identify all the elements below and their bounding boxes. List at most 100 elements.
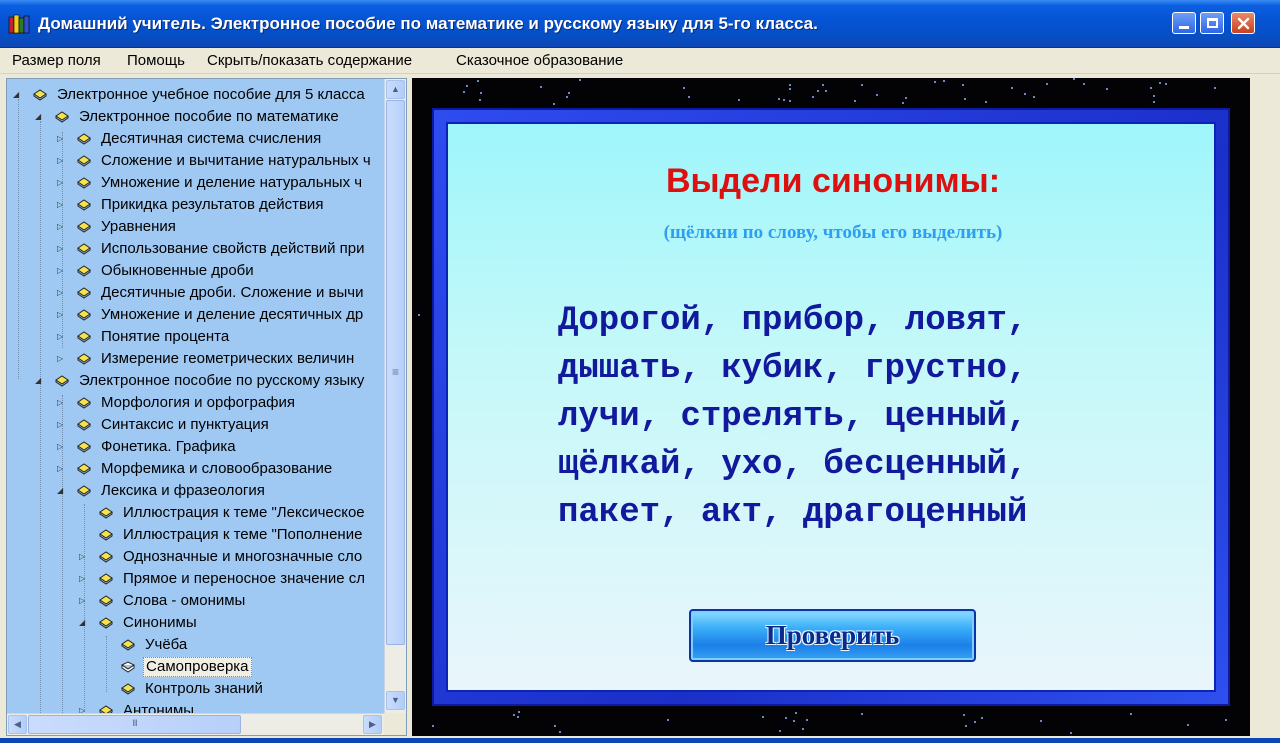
word-choice[interactable]: прибор, <box>742 302 885 340</box>
star-decoration <box>904 96 907 99</box>
collapse-arrow-icon[interactable]: ◢ <box>35 376 45 386</box>
word-choice[interactable]: кубик, <box>721 350 843 388</box>
scroll-thumb[interactable]: ≡ <box>386 100 405 645</box>
book-icon <box>55 375 69 387</box>
expand-arrow-icon[interactable]: ▷ <box>57 200 67 210</box>
word-line: дышать, кубик, грустно, <box>558 350 1027 388</box>
word-choice[interactable]: ценный, <box>884 398 1027 436</box>
book-icon <box>77 463 91 475</box>
expand-arrow-icon[interactable]: ▷ <box>79 596 89 606</box>
tree-item-label: Измерение геометрических величин <box>101 350 355 367</box>
scroll-right-button[interactable]: ▶ <box>363 715 382 734</box>
star-decoration <box>1225 718 1228 721</box>
book-icon <box>99 705 113 713</box>
scroll-left-button[interactable]: ◀ <box>8 715 27 734</box>
word-choice[interactable]: ловят, <box>905 302 1027 340</box>
expand-arrow-icon[interactable]: ▷ <box>57 156 67 166</box>
expand-arrow-icon[interactable]: ▷ <box>79 552 89 562</box>
tree-item-label: Морфемика и словообразование <box>101 460 333 477</box>
expand-arrow-icon[interactable]: ▷ <box>57 288 67 298</box>
expand-arrow-icon[interactable]: ▷ <box>57 442 67 452</box>
window-title: Домашний учитель. Электронное пособие по… <box>38 14 818 33</box>
star-decoration <box>961 83 964 86</box>
star-decoration <box>579 78 582 81</box>
star-decoration <box>559 731 562 734</box>
expand-arrow-icon[interactable]: ▷ <box>57 398 67 408</box>
collapse-arrow-icon[interactable]: ◢ <box>35 112 45 122</box>
star-decoration <box>802 727 805 730</box>
title-bar[interactable]: Домашний учитель. Электронное пособие по… <box>0 0 1280 48</box>
collapse-arrow-icon[interactable]: ◢ <box>57 486 67 496</box>
tree-horizontal-scrollbar[interactable]: ◀ III ▶ <box>7 713 384 735</box>
collapse-arrow-icon[interactable]: ◢ <box>79 618 89 628</box>
horizontal-scroll-thumb[interactable]: III <box>28 715 241 734</box>
exercise-area: Выдели синонимы: (щёлкни по слову, чтобы… <box>412 78 1250 736</box>
expand-arrow-icon[interactable]: ▷ <box>57 354 67 364</box>
word-choice[interactable]: бесценный, <box>823 446 1027 484</box>
tree-item-label: Электронное учебное пособие для 5 класса <box>57 86 365 103</box>
star-decoration <box>1011 86 1014 89</box>
book-icon <box>55 111 69 123</box>
tree-item-label: Электронное пособие по русскому языку <box>79 372 365 389</box>
star-decoration <box>861 713 864 716</box>
expand-arrow-icon[interactable]: ▷ <box>57 332 67 342</box>
star-decoration <box>981 717 984 720</box>
menu-toggle-contents[interactable]: Скрыть/показать содержание <box>207 52 412 69</box>
star-decoration <box>1214 87 1217 90</box>
star-decoration <box>811 96 814 99</box>
book-icon <box>77 243 91 255</box>
expand-arrow-icon[interactable]: ▷ <box>57 420 67 430</box>
scroll-down-button[interactable]: ▼ <box>386 691 405 710</box>
collapse-arrow-icon[interactable]: ◢ <box>13 90 23 100</box>
word-choice[interactable]: пакет, <box>558 494 680 532</box>
tree-item-label: Самопроверка <box>143 657 252 677</box>
expand-arrow-icon[interactable]: ▷ <box>57 222 67 232</box>
word-choice[interactable]: акт, <box>701 494 783 532</box>
word-line: пакет, акт, драгоценный <box>558 494 1027 532</box>
window-frame-bottom <box>0 738 1280 743</box>
tree-item-label: Прикидка результатов действия <box>101 196 324 213</box>
star-decoration <box>462 91 465 94</box>
word-choice[interactable]: стрелять, <box>680 398 864 436</box>
expand-arrow-icon[interactable]: ▷ <box>79 574 89 584</box>
expand-arrow-icon[interactable]: ▷ <box>57 134 67 144</box>
maximize-button[interactable] <box>1200 12 1224 34</box>
expand-arrow-icon[interactable]: ▷ <box>57 266 67 276</box>
expand-arrow-icon[interactable]: ▷ <box>79 706 89 713</box>
tree-guide-line <box>84 504 85 713</box>
expand-arrow-icon[interactable]: ▷ <box>57 244 67 254</box>
close-icon <box>1237 17 1250 30</box>
word-choice[interactable]: драгоценный <box>803 494 1027 532</box>
close-button[interactable] <box>1231 12 1255 34</box>
menu-fairy-education[interactable]: Сказочное образование <box>456 52 623 69</box>
word-choice[interactable]: дышать, <box>558 350 701 388</box>
star-decoration <box>962 713 965 716</box>
book-icon <box>99 595 113 607</box>
tree-item-label: Антонимы <box>123 702 195 713</box>
minimize-button[interactable] <box>1172 12 1196 34</box>
contents-tree[interactable]: ◢ Электронное учебное пособие для 5 класс… <box>6 78 407 736</box>
tree-item-label: Десятичная система счисления <box>101 130 322 147</box>
check-button[interactable]: Проверить <box>689 609 976 662</box>
expand-arrow-icon[interactable]: ▷ <box>57 464 67 474</box>
word-choice[interactable]: Дорогой, <box>558 302 721 340</box>
tree-vertical-scrollbar[interactable]: ▲ ≡ ▼ <box>384 79 406 713</box>
menu-field-size[interactable]: Размер поля <box>12 52 101 69</box>
tree-item-label: Лексика и фразеология <box>101 482 265 499</box>
tree-item-label: Синтаксис и пунктуация <box>101 416 269 433</box>
expand-arrow-icon[interactable]: ▷ <box>57 178 67 188</box>
tree-item-label: Контроль знаний <box>145 680 263 697</box>
word-choice[interactable]: ухо, <box>721 446 803 484</box>
star-decoration <box>762 716 765 719</box>
star-decoration <box>1039 719 1042 722</box>
scroll-up-button[interactable]: ▲ <box>386 80 405 99</box>
star-decoration <box>853 99 856 102</box>
expand-arrow-icon[interactable]: ▷ <box>57 310 67 320</box>
star-decoration <box>1082 83 1085 86</box>
word-choice[interactable]: грустно, <box>864 350 1027 388</box>
book-icon <box>77 265 91 277</box>
menu-help[interactable]: Помощь <box>127 52 185 69</box>
word-choice[interactable]: щёлкай, <box>558 446 701 484</box>
exercise-frame: Выдели синонимы: (щёлкни по слову, чтобы… <box>432 108 1230 706</box>
word-choice[interactable]: лучи, <box>558 398 660 436</box>
